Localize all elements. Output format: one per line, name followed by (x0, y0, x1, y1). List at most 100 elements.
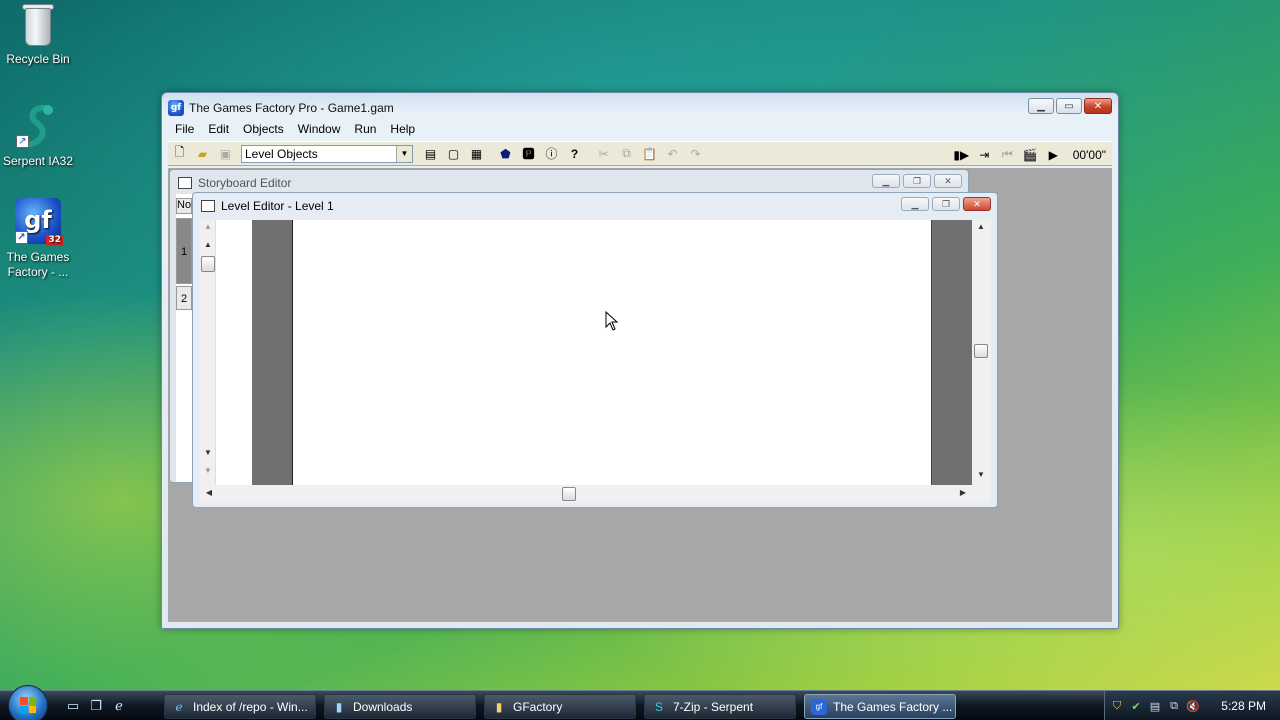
storyboard-close-button[interactable]: ✕ (934, 174, 962, 188)
object-type-select[interactable]: Level Objects ▼ (241, 144, 413, 163)
storyboard-row[interactable]: 1 (176, 218, 192, 284)
minimize-button[interactable]: ▁ (1028, 98, 1054, 114)
level-margin-left (252, 220, 292, 485)
storyboard-content: No 1 2 (176, 194, 192, 482)
paste-button[interactable]: 📋 (639, 143, 660, 164)
level-canvas[interactable] (292, 220, 932, 485)
open-file-button[interactable]: ▰ (192, 143, 213, 164)
paste-icon: 📋 (642, 146, 657, 161)
run-game-button[interactable]: ▮▶ (951, 144, 972, 165)
show-desktop-icon[interactable]: ▭ (64, 697, 82, 715)
scroll-left-icon[interactable]: ◀ (202, 488, 216, 497)
save-button[interactable]: ▣ (215, 143, 236, 164)
desktop-icon-games-factory[interactable]: gf 32 ↗ The Games Factory - ... (0, 198, 76, 280)
storyboard-row[interactable]: 2 (176, 286, 192, 310)
maximize-button[interactable]: ▭ (1056, 98, 1082, 114)
restore-icon: ❐ (912, 175, 922, 186)
timer-display: 00'00" (1072, 147, 1106, 162)
desktop-icon-recycle-bin[interactable]: Recycle Bin (0, 2, 76, 67)
level-editor-window-icon (201, 200, 215, 212)
record-button[interactable]: 🎬 (1020, 144, 1041, 165)
folder-icon: ▮ (495, 699, 503, 714)
minimize-icon: ▁ (882, 175, 890, 186)
play-icon: ▶ (1048, 147, 1058, 162)
horizontal-scroll-thumb[interactable] (562, 487, 576, 501)
taskbar-button-ie[interactable]: ℯ Index of /repo - Win... (164, 694, 316, 719)
security-check-icon[interactable]: ✔ (1129, 699, 1143, 713)
start-button[interactable] (8, 685, 48, 720)
volume-muted-icon[interactable]: 🔇 (1186, 699, 1200, 713)
undo-button[interactable]: ↶ (662, 143, 683, 164)
event-grid-button[interactable]: ▦ (466, 143, 487, 164)
vertical-scroll-thumb[interactable] (974, 344, 988, 358)
desktop-icon-serpent[interactable]: ↗ Serpent IA32 (0, 102, 76, 169)
level-editor-close-button[interactable]: ✕ (963, 197, 991, 211)
chevron-down-icon[interactable]: ▼ (396, 145, 412, 162)
taskbar-button-gfactory[interactable]: ▮ GFactory (484, 694, 636, 719)
level-editor-window[interactable]: Level Editor - Level 1 ▁ ❐ ✕ ▲ ▲ ▼ ▼ ▲ ▼… (192, 192, 998, 508)
frame-view-button[interactable]: ▢ (443, 143, 464, 164)
scroll-down-icon[interactable]: ▼ (974, 470, 988, 479)
level-margin-right (932, 220, 972, 485)
level-editor-restore-button[interactable]: ❐ (932, 197, 960, 211)
shelf-scroll-thumb[interactable] (201, 256, 215, 272)
system-tray: ⛉ ✔ ▤ ⧉ 🔇 5:28 PM (1104, 691, 1280, 720)
shelf-scroll-up-icon[interactable]: ▲ (201, 240, 215, 249)
storyboard-restore-button[interactable]: ❐ (903, 174, 931, 188)
desktop-icon-label: The Games Factory - ... (6, 250, 70, 279)
storyboard-window-icon (178, 177, 192, 189)
cut-button[interactable]: ✂ (593, 143, 614, 164)
serpent-icon: S (654, 699, 663, 714)
switch-windows-icon[interactable]: ❐ (87, 697, 105, 715)
taskbar-button-games-factory[interactable]: gf The Games Factory ... (804, 694, 956, 719)
object-shelf-scrollbar[interactable]: ▲ ▲ ▼ ▼ (200, 220, 216, 485)
menu-window[interactable]: Window (291, 120, 348, 138)
info-button[interactable]: ⓘ (541, 143, 562, 164)
windows-logo-icon (20, 697, 36, 713)
copy-button[interactable]: ⧉ (616, 143, 637, 164)
restart-button[interactable]: ⏮ (997, 144, 1018, 165)
update-icon[interactable]: ▤ (1148, 699, 1162, 713)
menu-edit[interactable]: Edit (201, 120, 236, 138)
help-button[interactable]: ? (564, 143, 585, 164)
shield-icon[interactable]: ⛉ (1110, 699, 1124, 713)
new-file-icon: 🗋 (174, 145, 185, 159)
level-editor-minimize-button[interactable]: ▁ (901, 197, 929, 211)
shelf-page-up-icon[interactable]: ▲ (201, 222, 215, 231)
scroll-right-icon[interactable]: ▶ (956, 488, 970, 497)
storyboard-title: Storyboard Editor (198, 176, 292, 190)
shelf-scroll-down-icon[interactable]: ▼ (201, 448, 215, 457)
internet-explorer-icon[interactable]: ℯ (110, 697, 128, 715)
copy-icon: ⧉ (622, 146, 631, 160)
redo-icon: ↷ (690, 146, 701, 161)
shelf-page-down-icon[interactable]: ▼ (201, 466, 215, 475)
info-icon: ⓘ (545, 147, 558, 161)
run-level-button[interactable]: ⇥ (974, 144, 995, 165)
properties-button[interactable]: 🅿 (518, 143, 539, 164)
close-icon: ✕ (1093, 100, 1103, 112)
play-button[interactable]: ▶ (1043, 144, 1064, 165)
storyboard-minimize-button[interactable]: ▁ (872, 174, 900, 188)
scroll-up-icon[interactable]: ▲ (974, 222, 988, 231)
games-factory-icon: gf (811, 698, 827, 715)
menu-objects[interactable]: Objects (236, 120, 291, 138)
storyboard-view-button[interactable]: ▤ (420, 143, 441, 164)
taskbar: ▭ ❐ ℯ ℯ Index of /repo - Win... ▮ Downlo… (0, 685, 1280, 720)
redo-button[interactable]: ↷ (685, 143, 706, 164)
version-badge: 32 (46, 235, 63, 246)
menu-file[interactable]: File (168, 120, 201, 138)
level-horizontal-scrollbar[interactable]: ◀ ▶ (200, 485, 990, 503)
title-bar[interactable]: gf The Games Factory Pro - Game1.gam ▁ ▭… (168, 98, 1112, 117)
menu-help[interactable]: Help (383, 120, 422, 138)
pentagon-icon: ⬟ (500, 146, 511, 161)
new-file-button[interactable]: 🗋 (169, 143, 190, 164)
taskbar-button-downloads[interactable]: ▮ Downloads (324, 694, 476, 719)
network-icon[interactable]: ⧉ (1167, 699, 1181, 713)
level-vertical-scrollbar[interactable]: ▲ ▼ (972, 220, 990, 485)
clock[interactable]: 5:28 PM (1221, 699, 1266, 713)
taskbar-button-7zip[interactable]: S 7-Zip - Serpent (644, 694, 796, 719)
objects-button[interactable]: ⬟ (495, 143, 516, 164)
close-button[interactable]: ✕ (1084, 98, 1112, 114)
menu-run[interactable]: Run (347, 120, 383, 138)
mdi-workspace: Storyboard Editor ▁ ❐ ✕ No 1 2 Level Edi… (168, 168, 1112, 622)
